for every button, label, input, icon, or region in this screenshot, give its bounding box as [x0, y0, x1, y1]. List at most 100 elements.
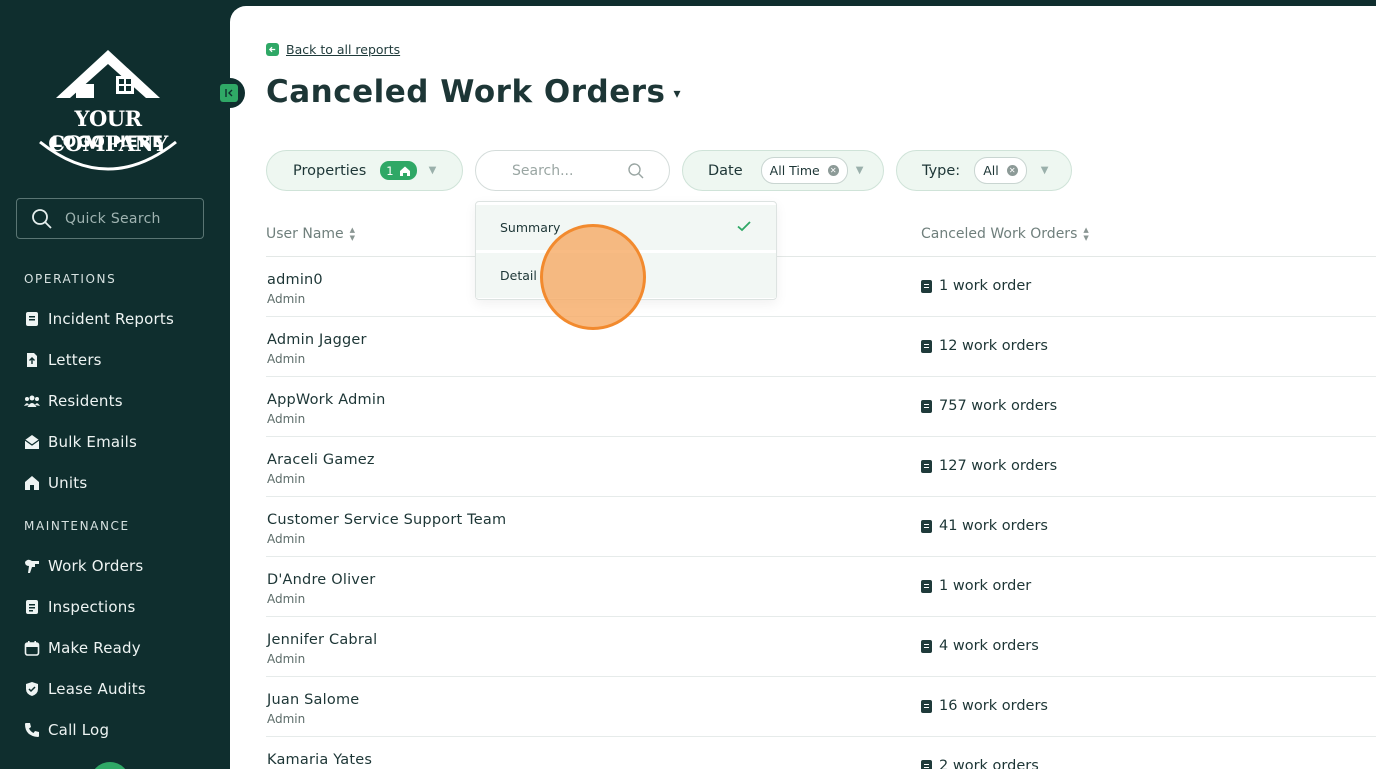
work-order-count[interactable]: 16 work orders	[921, 698, 1048, 714]
properties-filter[interactable]: Properties 1 ▼	[266, 150, 463, 191]
document-icon	[921, 459, 932, 473]
user-name: D'Andre Oliver	[267, 572, 376, 588]
chevron-down-icon: ▼	[428, 165, 437, 176]
table-row[interactable]: Kamaria Yates Admin 2 work orders	[266, 737, 1376, 769]
type-value: All	[983, 163, 999, 178]
work-order-count-label: 16 work orders	[939, 698, 1048, 714]
work-order-count-label: 127 work orders	[939, 458, 1058, 474]
section-label-maintenance: MAINTENANCE	[24, 519, 130, 533]
company-logo[interactable]: YOUR COMPANY LOGO HERE	[18, 46, 198, 180]
sidebar-item-label: Units	[48, 474, 88, 492]
envelope-icon	[24, 434, 40, 450]
work-order-count-label: 1 work order	[939, 578, 1032, 594]
work-order-count-label: 12 work orders	[939, 338, 1048, 354]
table-row[interactable]: admin0 Admin 1 work order	[266, 257, 1376, 317]
sidebar-item-residents[interactable]: Residents	[24, 389, 123, 413]
chevron-down-icon: ▼	[855, 165, 864, 176]
back-link-label: Back to all reports	[286, 42, 401, 57]
wrench-icon	[24, 558, 40, 574]
search-icon	[32, 208, 52, 229]
sidebar-item-work-orders[interactable]: Work Orders	[24, 554, 143, 578]
table-row[interactable]: Customer Service Support Team Admin 41 w…	[266, 497, 1376, 557]
column-header-user-name[interactable]: User Name ▲ ▼	[266, 226, 355, 242]
date-value-chip[interactable]: All Time ✕	[760, 157, 848, 184]
main-panel: Back to all reports Canceled Work Orders…	[230, 6, 1376, 769]
document-icon	[921, 639, 932, 653]
sidebar-item-call-log[interactable]: Call Log	[24, 718, 109, 742]
user-role: Admin	[267, 652, 306, 666]
sidebar-item-label: Letters	[48, 351, 102, 369]
work-order-count[interactable]: 41 work orders	[921, 518, 1048, 534]
table-row[interactable]: Araceli Gamez Admin 127 work orders	[266, 437, 1376, 497]
letter-icon	[24, 352, 40, 368]
sidebar: YOUR COMPANY LOGO HERE Quick Search OPER…	[0, 0, 230, 769]
sidebar-item-label: Bulk Emails	[48, 433, 138, 451]
document-icon	[921, 759, 932, 769]
dropdown-option-label: Detail	[500, 268, 537, 283]
clear-icon[interactable]: ✕	[827, 165, 839, 176]
date-value: All Time	[769, 163, 820, 178]
date-filter-label: Date	[708, 162, 743, 179]
sidebar-item-label: Residents	[48, 392, 123, 410]
section-label-operations: OPERATIONS	[24, 272, 117, 286]
people-icon	[24, 393, 40, 409]
column-header-canceled-work-orders[interactable]: Canceled Work Orders ▲ ▼	[921, 226, 1089, 242]
user-role: Admin	[267, 352, 306, 366]
back-arrow-icon	[266, 43, 279, 56]
document-icon	[921, 279, 932, 293]
sidebar-item-inspections[interactable]: Inspections	[24, 595, 136, 619]
sidebar-item-label: Lease Audits	[48, 680, 146, 698]
sidebar-item-label: Make Ready	[48, 639, 141, 657]
work-order-count[interactable]: 1 work order	[921, 278, 1031, 294]
sidebar-item-bulk-emails[interactable]: Bulk Emails	[24, 430, 137, 454]
shield-icon	[24, 681, 40, 697]
work-order-count[interactable]: 757 work orders	[921, 398, 1057, 414]
user-name: Customer Service Support Team	[267, 512, 507, 528]
back-to-reports-link[interactable]: Back to all reports	[266, 42, 400, 57]
calendar-icon	[24, 640, 40, 656]
page-title[interactable]: Canceled Work Orders ▾	[266, 74, 681, 110]
work-order-count-label: 41 work orders	[939, 518, 1048, 534]
work-order-count[interactable]: 1 work order	[921, 578, 1031, 594]
page-title-text: Canceled Work Orders	[266, 74, 666, 110]
table-row[interactable]: Admin Jagger Admin 12 work orders	[266, 317, 1376, 377]
table-row[interactable]: D'Andre Oliver Admin 1 work order	[266, 557, 1376, 617]
work-order-count[interactable]: 12 work orders	[921, 338, 1048, 354]
work-order-count[interactable]: 4 work orders	[921, 638, 1039, 654]
sidebar-item-label: Incident Reports	[48, 310, 174, 328]
user-name: AppWork Admin	[267, 392, 386, 408]
document-icon	[921, 339, 932, 353]
user-avatar[interactable]	[90, 762, 130, 769]
sidebar-item-label: Inspections	[48, 598, 136, 616]
sort-icon: ▲ ▼	[1083, 226, 1089, 242]
table-row[interactable]: Juan Salome Admin 16 work orders	[266, 677, 1376, 737]
type-filter[interactable]: Type: All ✕ ▼	[896, 150, 1072, 191]
user-role: Admin	[267, 592, 306, 606]
chevron-down-icon: ▼	[1040, 165, 1049, 176]
house-icon	[399, 166, 410, 176]
type-value-chip[interactable]: All ✕	[974, 157, 1027, 184]
document-icon	[921, 519, 932, 533]
user-name: admin0	[267, 272, 323, 288]
clear-icon[interactable]: ✕	[1006, 165, 1018, 176]
search-input[interactable]: Search...	[475, 150, 670, 191]
quick-search-input[interactable]: Quick Search	[16, 198, 204, 239]
sidebar-item-make-ready[interactable]: Make Ready	[24, 636, 141, 660]
user-name: Juan Salome	[267, 692, 360, 708]
sidebar-item-incident-reports[interactable]: Incident Reports	[24, 307, 174, 331]
work-order-count[interactable]: 127 work orders	[921, 458, 1057, 474]
date-filter[interactable]: Date All Time ✕ ▼	[682, 150, 884, 191]
sidebar-item-letters[interactable]: Letters	[24, 348, 102, 372]
chevron-down-icon: ▾	[673, 86, 681, 102]
search-icon	[628, 163, 644, 179]
logo-line2: LOGO HERE	[51, 132, 165, 151]
table-row[interactable]: Jennifer Cabral Admin 4 work orders	[266, 617, 1376, 677]
sidebar-item-lease-audits[interactable]: Lease Audits	[24, 677, 146, 701]
user-name: Kamaria Yates	[267, 752, 373, 768]
work-order-count[interactable]: 2 work orders	[921, 758, 1039, 769]
user-role: Admin	[267, 532, 306, 546]
properties-count-badge: 1	[380, 161, 417, 180]
column-header-label: User Name	[266, 226, 344, 242]
sidebar-item-units[interactable]: Units	[24, 471, 87, 495]
table-row[interactable]: AppWork Admin Admin 757 work orders	[266, 377, 1376, 437]
